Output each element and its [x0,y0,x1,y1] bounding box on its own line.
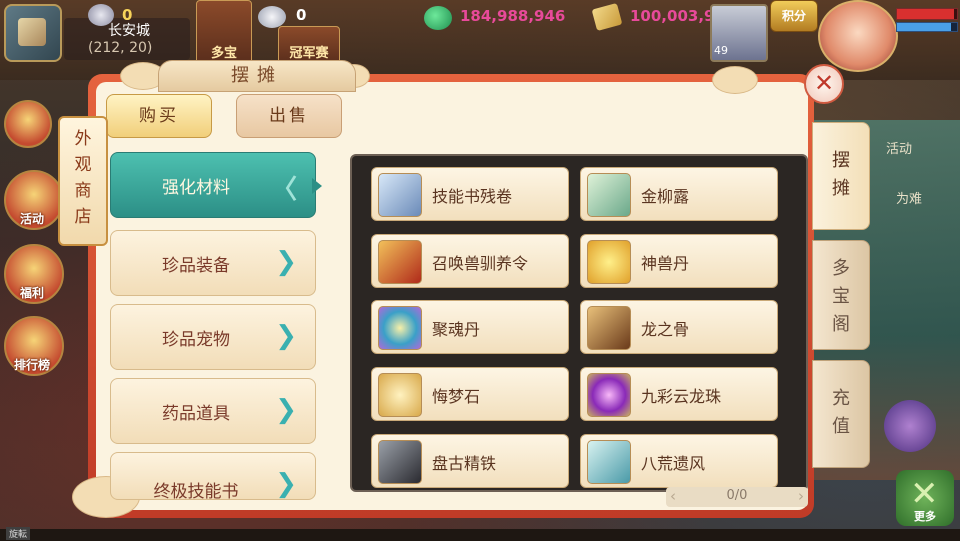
mp-fill [897,23,951,31]
vase-icon [587,173,631,217]
item-card[interactable]: 技能书残卷 [371,167,569,221]
item-name: 悔梦石 [432,387,481,406]
pet-level: 49 [714,44,728,57]
tab-recharge-label: 充值 [832,388,850,437]
duobao-label: 多宝 [210,46,237,61]
tab-stall-label: 摆摊 [832,150,850,199]
buy-tab-button[interactable]: 购买 [106,94,212,138]
silver-value: 0 [296,6,307,24]
gold-ticket-icon [591,3,623,31]
item-name: 九彩云龙珠 [641,387,722,406]
category-medicine-items[interactable]: 药品道具 ❯ [110,378,316,444]
iron-icon [378,440,422,484]
item-name: 龙之骨 [641,320,690,339]
stone-icon [378,373,422,417]
right-hard-text: 为难 [896,192,923,207]
category-rare-equipment[interactable]: 珍品装备 ❯ [110,230,316,296]
chevron-right-icon: ❯ [275,395,297,425]
bottom-strip [0,529,960,541]
close-icon: ✕ [813,69,835,97]
points-button[interactable]: 积分 [770,0,818,32]
location-coords: (212, 20) [88,40,153,56]
hp-fill [897,9,954,19]
jade-currency-icon [424,6,452,30]
category-ultimate-skill-books[interactable]: 终极技能书 ❯ [110,452,316,502]
item-name: 八荒遗风 [641,454,706,473]
category-label: 强化材料 [162,178,230,198]
hp-bar [896,8,958,20]
category-rare-pets[interactable]: 珍品宠物 ❯ [110,304,316,370]
item-name: 盘古精铁 [432,454,497,473]
tab-duobao-pavilion[interactable]: 多宝阁 [812,240,870,350]
activity-label: 活动 [19,212,44,226]
chevron-right-icon: ❯ [275,321,297,351]
token-icon [378,240,422,284]
chevron-right-icon: ❯ [275,247,297,277]
chevron-right-icon: 〈 [270,175,297,205]
item-card[interactable]: 八荒遗风 [580,434,778,488]
pager: ‹ 0/0 › [666,487,808,507]
pearl-icon [587,373,631,417]
item-name: 召唤兽驯养令 [432,254,529,273]
more-label: 更多 [914,510,936,523]
silver-icon [258,6,286,28]
scroll-icon [378,173,422,217]
item-card[interactable]: 盘古精铁 [371,434,569,488]
collapse-icon[interactable] [4,100,52,148]
item-card[interactable]: 金柳露 [580,167,778,221]
category-label: 珍品宠物 [162,330,230,350]
buy-tab-label: 购买 [139,106,179,126]
orb-icon [378,306,422,350]
champion-label: 冠军赛 [289,46,329,61]
item-card[interactable]: 九彩云龙珠 [580,367,778,421]
item-card[interactable]: 召唤兽驯养令 [371,234,569,288]
category-label: 珍品装备 [162,256,230,276]
chest-icon [587,306,631,350]
category-label: 终极技能书 [153,482,239,502]
appearance-shop-label: 外观商店 [74,129,92,227]
champion-button[interactable]: 冠军赛 [278,26,340,64]
points-label: 积分 [781,9,806,23]
item-name: 金柳露 [641,187,690,206]
close-button[interactable]: ✕ [804,64,844,104]
category-enhance-materials[interactable]: 强化材料 〈 [110,152,316,218]
chevron-right-icon: ❯ [275,469,297,499]
hero-avatar[interactable] [818,0,898,72]
item-name: 聚魂丹 [432,320,481,339]
duobao-button[interactable]: 多宝 [196,0,252,64]
panel-title-tab: 摆摊 [158,60,356,92]
item-card[interactable]: 神兽丹 [580,234,778,288]
jade-value: 184,988,946 [460,7,566,25]
item-card[interactable]: 龙之骨 [580,300,778,354]
item-card[interactable]: 聚魂丹 [371,300,569,354]
category-label: 药品道具 [162,404,230,424]
item-name: 技能书残卷 [432,187,513,206]
location-name[interactable]: 长安城 [108,20,150,40]
bottom-tag[interactable]: 旋転 [6,527,31,540]
pager-next-icon[interactable]: › [798,487,804,505]
tab-recharge[interactable]: 充值 [812,360,870,468]
minimap-icon[interactable] [4,4,62,62]
pill-icon [587,240,631,284]
sell-tab-button[interactable]: 出售 [236,94,342,138]
jar-icon [587,440,631,484]
appearance-shop-tab[interactable]: 外观商店 [58,116,108,246]
magic-orb-icon[interactable] [884,400,936,452]
category-pointer [312,178,322,194]
right-activity-text: 活动 [886,142,913,157]
pager-text: 0/0 [726,488,748,503]
mp-bar [896,22,958,32]
more-button[interactable]: ✕ 更多 [896,470,954,526]
sell-tab-label: 出售 [269,106,309,126]
item-name: 神兽丹 [641,254,690,273]
item-card[interactable]: 悔梦石 [371,367,569,421]
welfare-label: 福利 [19,286,44,300]
ranking-label: 排行榜 [13,358,50,372]
panel-title: 摆摊 [231,65,283,86]
tab-duobao-label: 多宝阁 [832,258,850,335]
top-hud: 0 长安城 (212, 20) 多宝 0 冠军赛 184,988,946 100… [0,0,960,72]
cloud-ornament-topright [712,66,758,94]
tab-stall[interactable]: 摆摊 [812,122,870,230]
